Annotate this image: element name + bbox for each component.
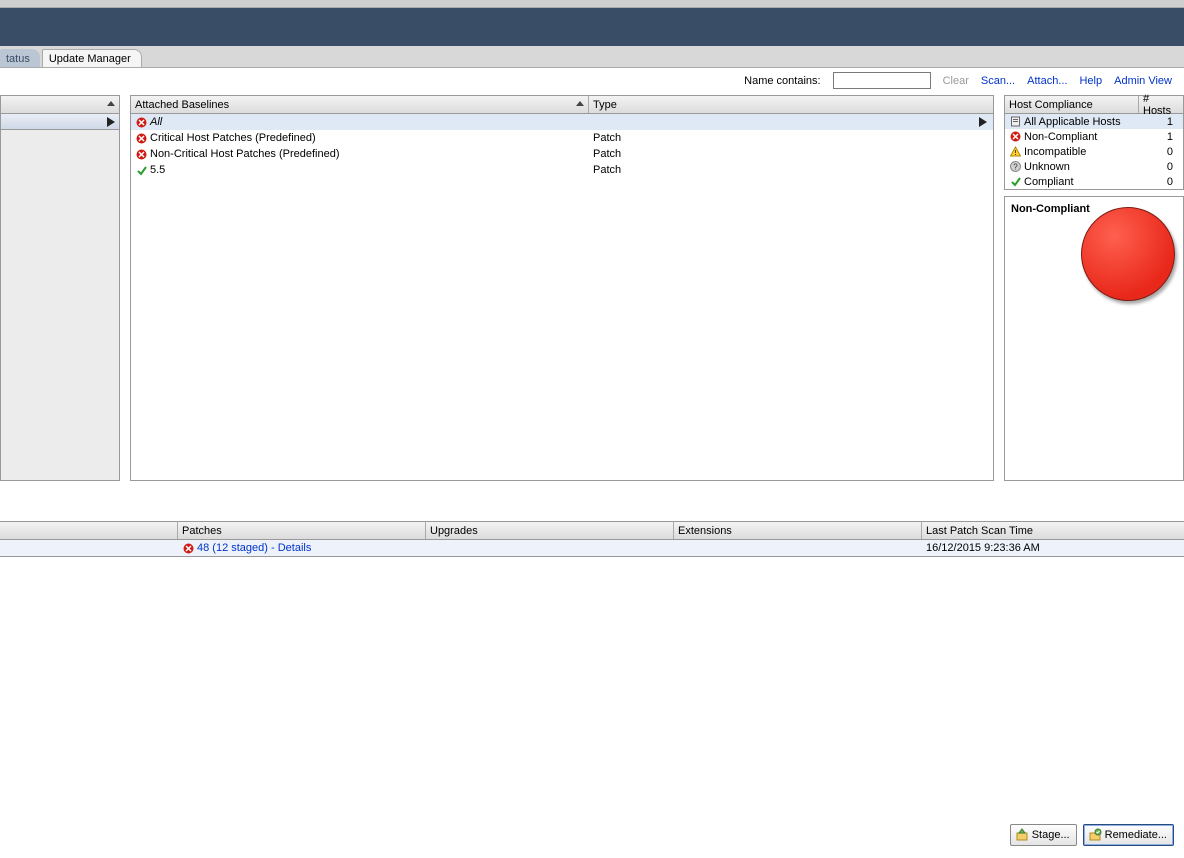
patches-text: 48 (12 staged) - Details [197, 542, 311, 554]
q-icon: ? [1009, 161, 1021, 173]
host-compliance-body: All Applicable Hosts1Non-Compliant1Incom… [1005, 114, 1183, 189]
tab-update-manager[interactable]: Update Manager [42, 49, 142, 67]
col-type[interactable]: Type [589, 96, 993, 113]
baseline-name: 5.5 [150, 164, 165, 176]
app-header-band [0, 8, 1184, 46]
baseline-name: All [150, 116, 162, 128]
host-compliance-panel: Host Compliance # Hosts All Applicable H… [1004, 95, 1184, 190]
filter-label: Name contains: [744, 75, 820, 87]
clear-link[interactable]: Clear [943, 75, 969, 87]
patches-details-link[interactable]: 48 (12 staged) - Details [182, 542, 311, 554]
sort-icon [107, 101, 115, 106]
compliance-chart: Non-Compliant [1004, 196, 1184, 481]
window-top-strip [0, 0, 1184, 8]
tab-status[interactable]: tatus [0, 49, 40, 67]
warn-icon [1009, 146, 1021, 158]
remediate-button[interactable]: Remediate... [1083, 824, 1174, 846]
action-buttons: Stage... Remediate... [1010, 824, 1174, 846]
baseline-row[interactable]: Critical Host Patches (Predefined) Patch [131, 130, 993, 146]
check-icon [135, 164, 147, 176]
red-x-icon [135, 148, 147, 160]
hc-row[interactable]: Incompatible 0 [1005, 144, 1183, 159]
toolbar: Name contains: Clear Scan... Attach... H… [0, 68, 1184, 95]
baseline-row[interactable]: Non-Critical Host Patches (Predefined) Pa… [131, 146, 993, 162]
svg-text:?: ? [1013, 163, 1018, 172]
play-icon [979, 117, 987, 127]
right-stack: Host Compliance # Hosts All Applicable H… [1004, 95, 1184, 481]
tab-bar: tatus Update Manager [0, 46, 1184, 68]
baseline-name: Critical Host Patches (Predefined) [150, 132, 316, 144]
col-last-scan[interactable]: Last Patch Scan Time [922, 522, 1184, 539]
left-play-row[interactable] [1, 114, 119, 130]
red-x-icon [1009, 131, 1021, 143]
scan-time: 16/12/2015 9:23:36 AM [922, 541, 1184, 555]
red-x-icon [135, 116, 147, 128]
stage-label: Stage... [1032, 829, 1070, 841]
baseline-type: Patch [593, 164, 993, 176]
col-extensions[interactable]: Extensions [674, 522, 922, 539]
col-attached-baselines-label: Attached Baselines [135, 99, 229, 111]
col-patches[interactable]: Patches [178, 522, 426, 539]
baseline-name: Non-Critical Host Patches (Predefined) [150, 148, 340, 160]
hc-label: All Applicable Hosts [1024, 116, 1121, 128]
col-host[interactable] [0, 522, 178, 539]
baseline-row[interactable]: 5.5 Patch [131, 162, 993, 178]
hc-row[interactable]: Compliant 0 [1005, 174, 1183, 189]
check-icon [1009, 176, 1021, 188]
host-icon [1009, 116, 1021, 128]
hc-count: 1 [1167, 116, 1179, 128]
col-type-label: Type [593, 99, 617, 111]
play-icon [107, 117, 115, 127]
hc-label: Compliant [1024, 176, 1074, 188]
hc-count: 1 [1167, 131, 1179, 143]
col-upgrades[interactable]: Upgrades [426, 522, 674, 539]
attach-link[interactable]: Attach... [1027, 75, 1067, 87]
remediate-label: Remediate... [1105, 829, 1167, 841]
baselines-panel: Attached Baselines Type All Critical Host… [130, 95, 994, 481]
red-x-icon [135, 132, 147, 144]
filter-input[interactable] [833, 72, 931, 89]
pie-slice-noncompliant [1081, 207, 1175, 301]
admin-view-link[interactable]: Admin View [1114, 75, 1172, 87]
left-panel [0, 95, 120, 481]
hc-row[interactable]: ? Unknown 0 [1005, 159, 1183, 174]
left-panel-header [1, 96, 119, 114]
hc-label: Incompatible [1024, 146, 1086, 158]
hc-count: 0 [1167, 146, 1179, 158]
details-header: Patches Upgrades Extensions Last Patch S… [0, 522, 1184, 540]
hc-count: 0 [1167, 176, 1179, 188]
col-hosts-count[interactable]: # Hosts [1139, 96, 1183, 113]
hc-count: 0 [1167, 161, 1179, 173]
scan-link[interactable]: Scan... [981, 75, 1015, 87]
stage-button[interactable]: Stage... [1010, 824, 1077, 846]
hc-label: Non-Compliant [1024, 131, 1097, 143]
hc-row[interactable]: Non-Compliant 1 [1005, 129, 1183, 144]
details-row[interactable]: 48 (12 staged) - Details 16/12/2015 9:23… [0, 540, 1184, 556]
baseline-type: Patch [593, 132, 993, 144]
col-attached-baselines[interactable]: Attached Baselines [131, 96, 589, 113]
hc-label: Unknown [1024, 161, 1070, 173]
col-host-compliance[interactable]: Host Compliance [1005, 96, 1139, 113]
baseline-type: Patch [593, 148, 993, 160]
details-grid: Patches Upgrades Extensions Last Patch S… [0, 521, 1184, 557]
sort-icon [576, 101, 584, 106]
host-compliance-header: Host Compliance # Hosts [1005, 96, 1183, 114]
main-area: Attached Baselines Type All Critical Host… [0, 95, 1184, 481]
baselines-header: Attached Baselines Type [131, 96, 993, 114]
baselines-body: All Critical Host Patches (Predefined) Pat… [131, 114, 993, 480]
red-x-icon [182, 542, 194, 554]
stage-icon [1015, 828, 1029, 842]
baseline-row[interactable]: All [131, 114, 993, 130]
remediate-icon [1088, 828, 1102, 842]
help-link[interactable]: Help [1079, 75, 1102, 87]
